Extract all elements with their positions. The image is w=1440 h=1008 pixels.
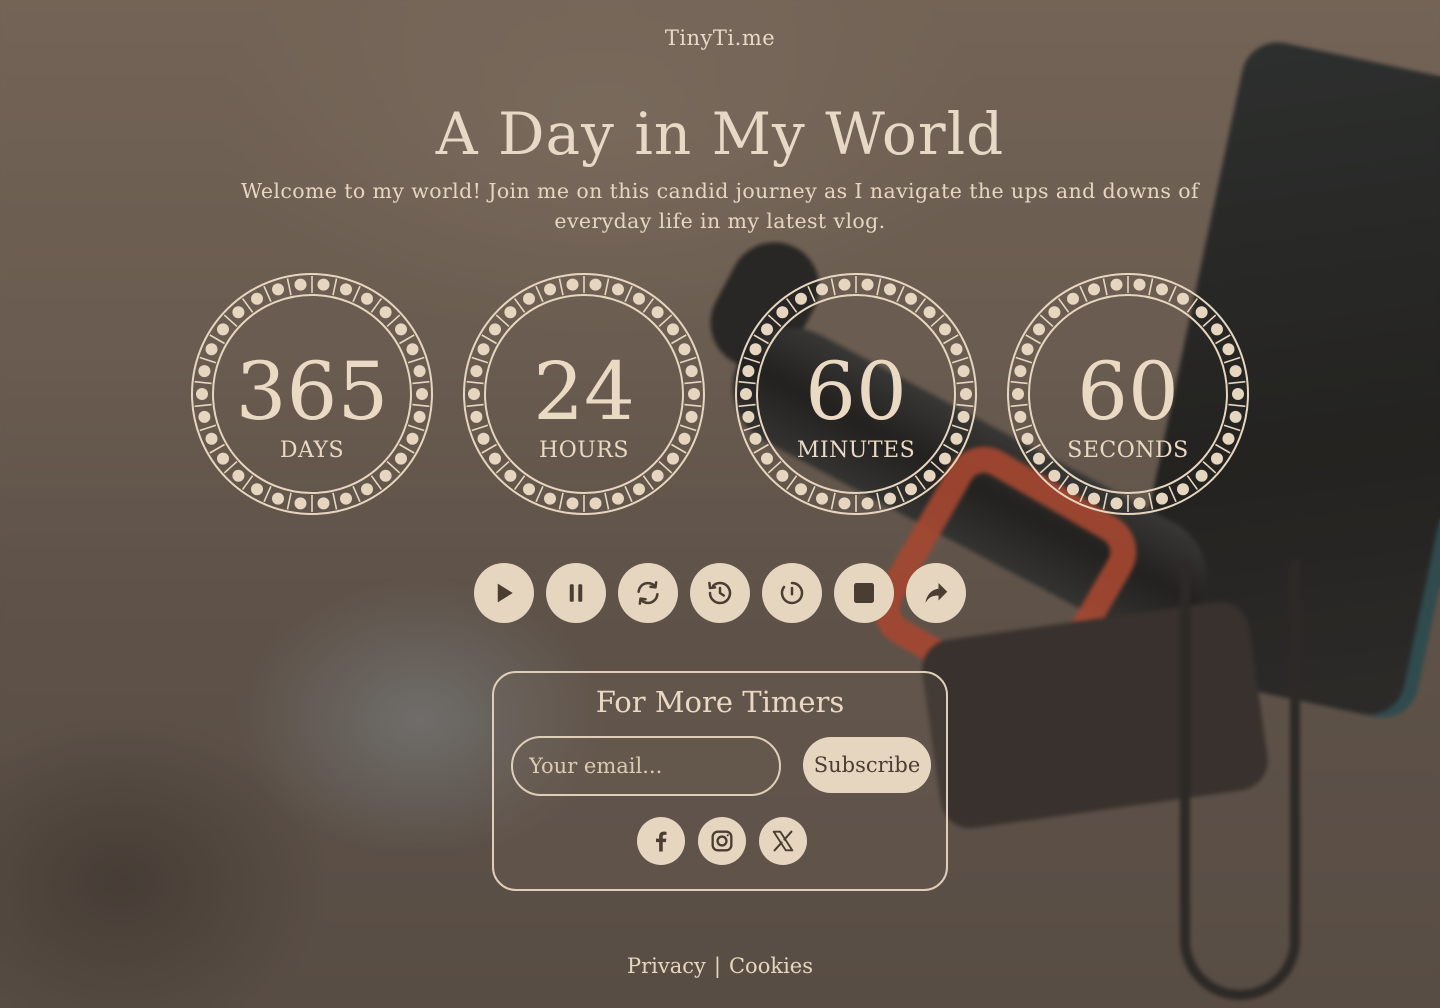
share-icon	[925, 583, 948, 603]
facebook-link[interactable]	[637, 817, 685, 865]
share-button[interactable]	[906, 563, 966, 623]
pause-button[interactable]	[546, 563, 606, 623]
timer-controls	[474, 563, 966, 623]
stop-icon	[854, 583, 874, 603]
subscribe-panel: For More Timers Subscribe	[492, 671, 948, 891]
timer-seconds-value: 60	[1077, 345, 1179, 438]
timer-button[interactable]	[762, 563, 822, 623]
history-icon	[708, 581, 732, 605]
countdown-timers: 365 DAYS 24 HOURS 60 MINUTES 60 SECONDS	[190, 272, 1250, 518]
play-icon	[497, 583, 513, 603]
play-button[interactable]	[474, 563, 534, 623]
refresh-icon	[637, 581, 659, 605]
footer-links: Privacy | Cookies	[0, 954, 1440, 978]
cookies-link[interactable]: Cookies	[729, 954, 813, 978]
timer-icon	[780, 581, 804, 605]
email-field[interactable]	[511, 736, 781, 796]
timer-seconds: 60 SECONDS	[1006, 272, 1250, 516]
timer-days-label: DAYS	[279, 438, 345, 463]
pause-icon	[569, 584, 583, 602]
facebook-icon	[655, 831, 667, 852]
timer-minutes-label: MINUTES	[796, 438, 916, 463]
timer-hours-label: HOURS	[539, 438, 629, 463]
instagram-link[interactable]	[698, 817, 746, 865]
stop-button[interactable]	[834, 563, 894, 623]
timer-seconds-label: SECONDS	[1067, 438, 1189, 463]
instagram-icon	[711, 830, 733, 852]
social-links	[637, 817, 807, 867]
subscribe-heading: For More Timers	[595, 685, 845, 719]
footer-separator: |	[713, 954, 721, 978]
subscribe-button[interactable]: Subscribe	[803, 737, 931, 793]
page-title: A Day in My World	[435, 100, 1005, 168]
page-subtitle: Welcome to my world! Join me on this can…	[241, 179, 1199, 233]
timer-days-value: 365	[235, 345, 389, 438]
x-icon	[772, 830, 794, 852]
privacy-link[interactable]: Privacy	[627, 954, 706, 978]
timer-hours: 24 HOURS	[462, 272, 706, 516]
x-link[interactable]	[759, 817, 807, 865]
timer-minutes-value: 60	[805, 345, 907, 438]
timer-minutes: 60 MINUTES	[734, 272, 978, 516]
timer-hours-value: 24	[533, 345, 635, 438]
reset-button[interactable]	[618, 563, 678, 623]
brand-logo[interactable]: TinyTi.me	[0, 26, 1440, 50]
timer-days: 365 DAYS	[190, 272, 434, 516]
history-button[interactable]	[690, 563, 750, 623]
